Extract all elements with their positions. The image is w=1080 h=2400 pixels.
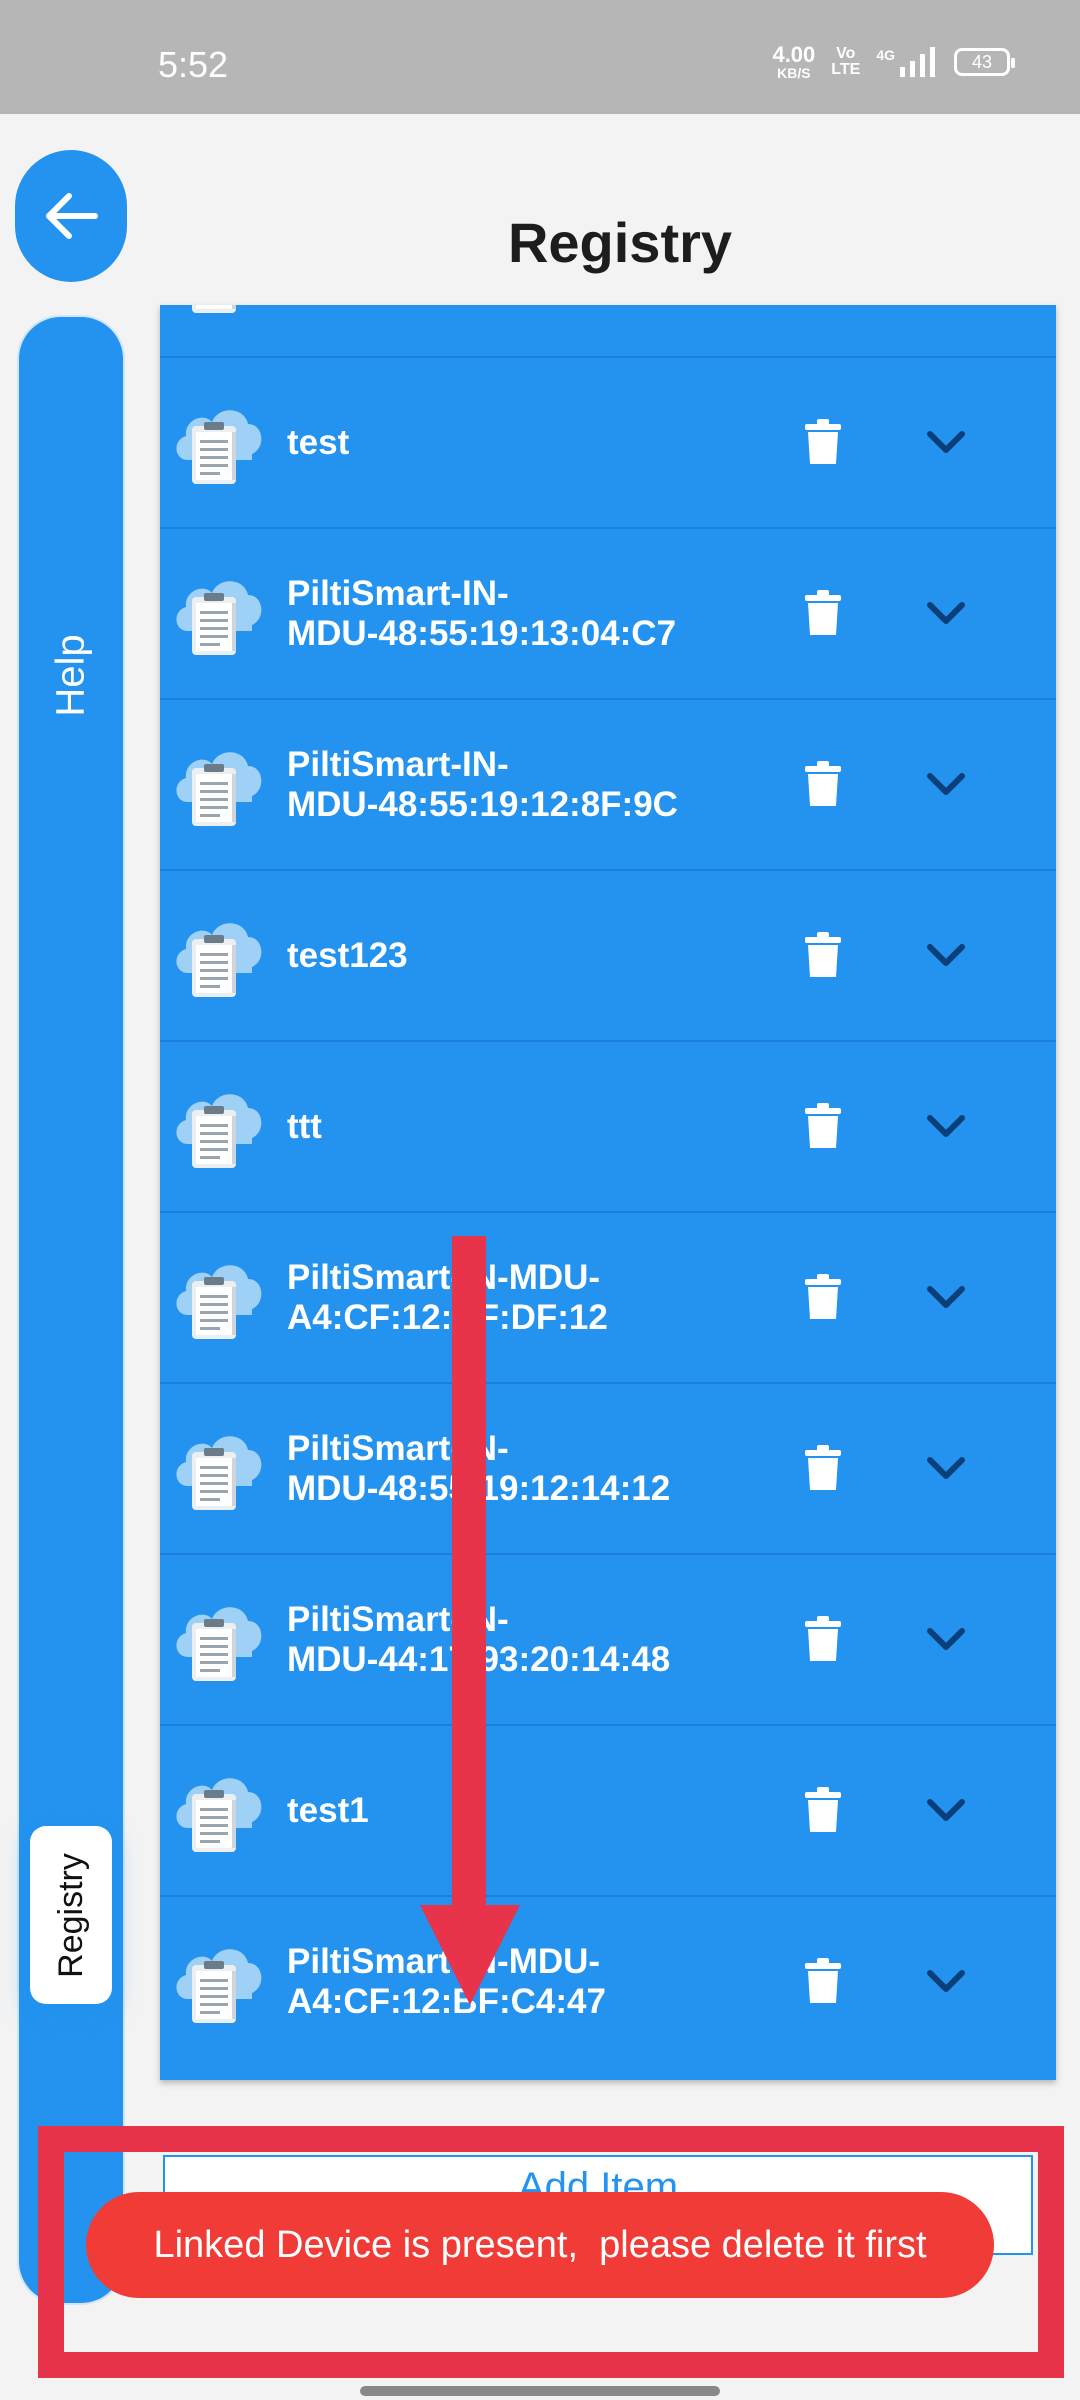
network-speed-value: 4.00 [772,42,816,67]
device-row[interactable]: ttt [160,1040,1056,1210]
chevron-down-icon[interactable] [924,595,968,631]
chevron-down-icon[interactable] [924,1279,968,1315]
status-bar: 5:52 4.00 KB/S Vo LTE 4G 43 [0,0,1080,114]
tab-registry[interactable]: Registry [30,1826,112,2004]
chevron-down-icon[interactable] [924,1963,968,1999]
network-speed: 4.00 KB/S [772,42,816,81]
device-row[interactable] [160,305,1056,355]
device-row[interactable]: test [160,356,1056,526]
tab-registry-label: Registry [51,1852,90,1978]
device-label: ttt [287,1106,322,1146]
trash-icon[interactable] [803,931,843,979]
cloud-clipboard-icon [170,911,266,1001]
chevron-down-icon[interactable] [924,1792,968,1828]
volte-bottom: LTE [831,61,861,78]
device-list[interactable]: test PiltiSmart-IN- MDU-48:55:19:13:04:C7… [160,305,1056,2080]
cloud-clipboard-icon [170,569,266,659]
volte-icon: Vo LTE [831,46,860,78]
device-row[interactable]: test123 [160,869,1056,1039]
device-label-wrap: test1 [287,1726,807,1896]
page-title: Registry [507,211,733,274]
device-row[interactable]: PiltiSmart-IN- MDU-48:55:19:12:14:12 [160,1382,1056,1552]
device-label-wrap: test123 [287,871,807,1041]
cloud-clipboard-icon [170,1253,266,1343]
trash-icon[interactable] [803,1444,843,1492]
device-label: PiltiSmart-IN-MDU- A4:CF:12:BF:DF:12 [287,1257,608,1337]
device-row[interactable]: PiltiSmart-IN- MDU-48:55:19:13:04:C7 [160,527,1056,697]
trash-icon[interactable] [803,1615,843,1663]
annotation-highlight-box [38,2126,1064,2378]
device-label-wrap: PiltiSmart-IN- MDU-44:17:93:20:14:48 [287,1555,807,1725]
cloud-clipboard-icon [170,398,266,488]
device-label-wrap [287,305,807,357]
device-label-wrap: PiltiSmart-IN- MDU-48:55:19:12:14:12 [287,1384,807,1554]
home-indicator[interactable] [360,2386,720,2396]
device-row[interactable]: PiltiSmart-IN-MDU- A4:CF:12:BF:C4:47 [160,1895,1056,2065]
back-button[interactable] [15,150,127,282]
cloud-clipboard-icon [170,1766,266,1856]
chevron-down-icon[interactable] [924,766,968,802]
status-icons: 4.00 KB/S Vo LTE 4G 43 [772,42,1015,81]
trash-icon[interactable] [803,760,843,808]
cloud-clipboard-icon [170,1937,266,2027]
device-row[interactable]: PiltiSmart-IN- MDU-44:17:93:20:14:48 [160,1553,1056,1723]
status-time: 5:52 [158,44,229,85]
cloud-clipboard-icon [170,305,266,317]
trash-icon[interactable] [803,1957,843,2005]
chevron-down-icon[interactable] [924,937,968,973]
device-row[interactable]: PiltiSmart-IN-MDU- A4:CF:12:BF:DF:12 [160,1211,1056,1381]
cloud-clipboard-icon [170,740,266,830]
device-label-wrap: PiltiSmart-IN-MDU- A4:CF:12:BF:C4:47 [287,1897,807,2067]
chevron-down-icon[interactable] [924,1108,968,1144]
device-label: test123 [287,935,408,975]
tab-help[interactable]: Help [17,560,125,790]
device-label-wrap: test [287,358,807,528]
device-label: PiltiSmart-IN- MDU-48:55:19:12:8F:9C [287,744,678,824]
cloud-clipboard-icon [170,1595,266,1685]
device-label-wrap: PiltiSmart-IN-MDU- A4:CF:12:BF:DF:12 [287,1213,807,1383]
device-label-wrap: PiltiSmart-IN- MDU-48:55:19:13:04:C7 [287,529,807,699]
device-row[interactable]: PiltiSmart-IN- MDU-48:55:19:12:8F:9C [160,698,1056,868]
trash-icon[interactable] [803,1102,843,1150]
cloud-clipboard-icon [170,1424,266,1514]
device-row[interactable]: test1 [160,1724,1056,1894]
volte-top: Vo [836,45,856,62]
device-label-wrap: PiltiSmart-IN- MDU-48:55:19:12:8F:9C [287,700,807,870]
trash-icon[interactable] [803,1273,843,1321]
device-label: test1 [287,1790,369,1830]
arrow-left-icon [46,193,98,239]
network-type: 4G [876,47,895,63]
cloud-clipboard-icon [170,1082,266,1172]
annotation-arrow-shaft [452,1236,486,1926]
chevron-down-icon[interactable] [924,1450,968,1486]
trash-icon[interactable] [803,1786,843,1834]
chevron-down-icon[interactable] [924,1621,968,1657]
trash-icon[interactable] [803,589,843,637]
signal-icon: 4G [876,47,938,77]
trash-icon[interactable] [803,418,843,466]
tab-help-label: Help [48,633,93,717]
battery-icon: 43 [954,48,1015,76]
device-label: PiltiSmart-IN- MDU-48:55:19:13:04:C7 [287,573,677,653]
annotation-arrow-head [420,1905,520,2005]
chevron-down-icon[interactable] [924,424,968,460]
device-label: test [287,422,350,462]
device-label-wrap: ttt [287,1042,807,1212]
network-speed-unit: KB/S [777,65,811,81]
signal-bars-icon [900,47,935,77]
